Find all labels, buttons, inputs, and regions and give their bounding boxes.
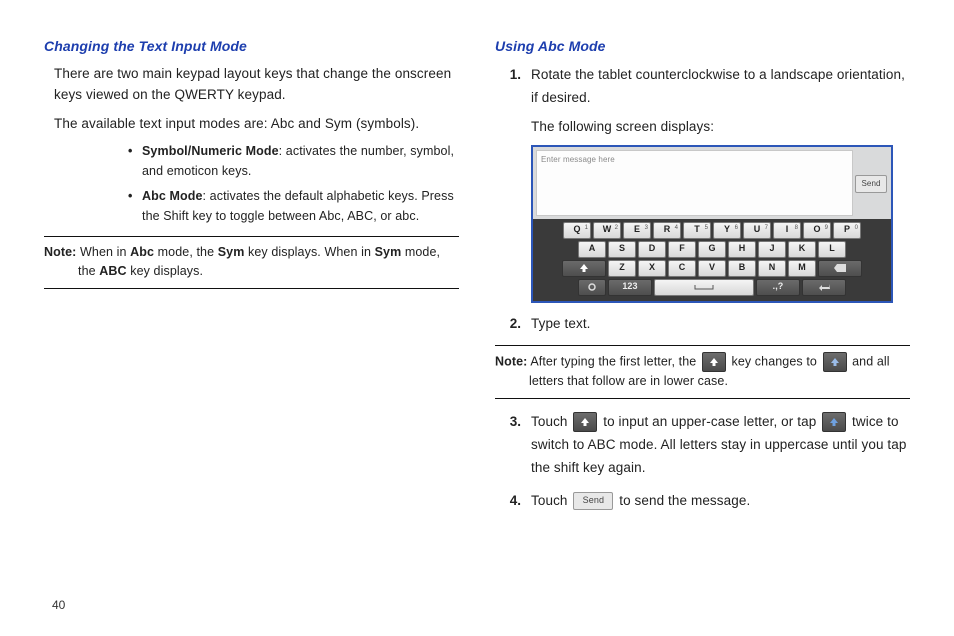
step1-text: Rotate the tablet counterclockwise to a …: [531, 67, 905, 105]
keyboard-screenshot: Enter message here Send Q1W2E3R4T5Y6U7I8…: [531, 145, 893, 303]
key-T: T5: [683, 222, 711, 239]
key-.,?: .,?: [756, 279, 800, 296]
left-heading: Changing the Text Input Mode: [44, 36, 459, 58]
space-key: [654, 279, 754, 296]
key-I: I8: [773, 222, 801, 239]
key-U: U7: [743, 222, 771, 239]
key-P: P0: [833, 222, 861, 239]
key-J: J: [758, 241, 786, 258]
left-note-t3: key displays. When in: [244, 245, 374, 259]
enter-key: [802, 279, 846, 296]
key-S: S: [608, 241, 636, 258]
step-4: Touch Send to send the message.: [525, 490, 910, 513]
key-Z: Z: [608, 260, 636, 277]
left-note-t5: key displays.: [127, 264, 203, 278]
step2-text: Type text.: [531, 316, 591, 331]
key-B: B: [728, 260, 756, 277]
key-K: K: [788, 241, 816, 258]
bullet2-bold: Abc Mode: [142, 189, 203, 203]
step-2: Type text.: [525, 313, 910, 336]
bullet-abc-mode: Abc Mode: activates the default alphabet…: [132, 187, 459, 226]
key-X: X: [638, 260, 666, 277]
bullet-symbol-mode: Symbol/Numeric Mode: activates the numbe…: [132, 142, 459, 181]
left-column: Changing the Text Input Mode There are t…: [44, 32, 459, 580]
shift-key: [562, 260, 606, 277]
bullet1-bold: Symbol/Numeric Mode: [142, 144, 279, 158]
key-Q: Q1: [563, 222, 591, 239]
right-column: Using Abc Mode Rotate the tablet counter…: [495, 32, 910, 580]
right-note-t2: key changes to: [728, 355, 821, 369]
key-N: N: [758, 260, 786, 277]
left-note-t1: When in: [76, 245, 130, 259]
left-p2: The available text input modes are: Abc …: [54, 114, 459, 135]
key-H: H: [728, 241, 756, 258]
key-W: W2: [593, 222, 621, 239]
key-123: 123: [608, 279, 652, 296]
left-note-b4: ABC: [99, 264, 126, 278]
left-p1: There are two main keypad layout keys th…: [54, 64, 459, 106]
shift-up-icon: [702, 352, 726, 372]
key-O: O9: [803, 222, 831, 239]
key-C: C: [668, 260, 696, 277]
note-label: Note:: [44, 245, 76, 259]
key-D: D: [638, 241, 666, 258]
send-icon: Send: [573, 492, 613, 510]
right-note-t1: After typing the first letter, the: [527, 355, 699, 369]
left-bullet-list: Symbol/Numeric Mode: activates the numbe…: [92, 142, 459, 226]
step4b: to send the message.: [615, 493, 750, 508]
key-L: L: [818, 241, 846, 258]
backspace-key: [818, 260, 862, 277]
left-note-t2: mode, the: [154, 245, 218, 259]
key-Y: Y6: [713, 222, 741, 239]
step3a: Touch: [531, 414, 571, 429]
step-3: Touch to input an upper-case letter, or …: [525, 411, 910, 480]
settings-key: [578, 279, 606, 296]
send-button: Send: [855, 175, 887, 193]
key-G: G: [698, 241, 726, 258]
message-placeholder: Enter message here: [541, 153, 615, 167]
right-note-label: Note:: [495, 355, 527, 369]
left-note-b3: Sym: [375, 245, 402, 259]
message-input-area: Enter message here: [536, 150, 853, 216]
key-F: F: [668, 241, 696, 258]
step3b: to input an upper-case letter, or tap: [599, 414, 820, 429]
steps-list-2: Touch to input an upper-case letter, or …: [525, 411, 910, 513]
right-note: Note: After typing the first letter, the…: [495, 345, 910, 398]
key-V: V: [698, 260, 726, 277]
left-note: Note: When in Abc mode, the Sym key disp…: [44, 236, 459, 289]
step1b-text: The following screen displays:: [531, 119, 714, 134]
keyboard-rows: Q1W2E3R4T5Y6U7I8O9P0 ASDFGHJKL ZXCVBNM 1…: [533, 219, 891, 301]
shift-icon-dark: [573, 412, 597, 432]
steps-list: Rotate the tablet counterclockwise to a …: [525, 64, 910, 336]
left-note-b2: Sym: [218, 245, 245, 259]
page-number: 40: [52, 598, 65, 612]
key-R: R4: [653, 222, 681, 239]
step4a: Touch: [531, 493, 571, 508]
key-E: E3: [623, 222, 651, 239]
shift-down-icon: [823, 352, 847, 372]
key-A: A: [578, 241, 606, 258]
shift-icon-blue: [822, 412, 846, 432]
key-M: M: [788, 260, 816, 277]
right-heading: Using Abc Mode: [495, 36, 910, 58]
step-1: Rotate the tablet counterclockwise to a …: [525, 64, 910, 303]
left-note-b1: Abc: [130, 245, 154, 259]
